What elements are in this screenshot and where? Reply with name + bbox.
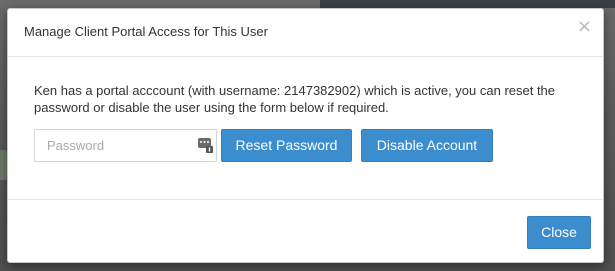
modal-body: Ken has a portal acccount (with username…: [8, 57, 603, 200]
modal-title: Manage Client Portal Access for This Use…: [24, 24, 268, 39]
modal-footer: Close: [8, 200, 603, 262]
password-field-wrapper: [34, 129, 217, 162]
portal-account-message: Ken has a portal acccount (with username…: [34, 83, 556, 115]
password-input[interactable]: [35, 130, 185, 161]
modal-header: Manage Client Portal Access for This Use…: [8, 9, 603, 57]
reset-password-button[interactable]: Reset Password: [221, 129, 352, 162]
background-toolbar: [320, 0, 615, 8]
close-icon[interactable]: ×: [577, 18, 592, 36]
close-button[interactable]: Close: [527, 216, 591, 249]
password-manager-icon[interactable]: [197, 137, 213, 153]
client-portal-access-modal: Manage Client Portal Access for This Use…: [7, 8, 604, 263]
disable-account-button[interactable]: Disable Account: [361, 129, 493, 162]
